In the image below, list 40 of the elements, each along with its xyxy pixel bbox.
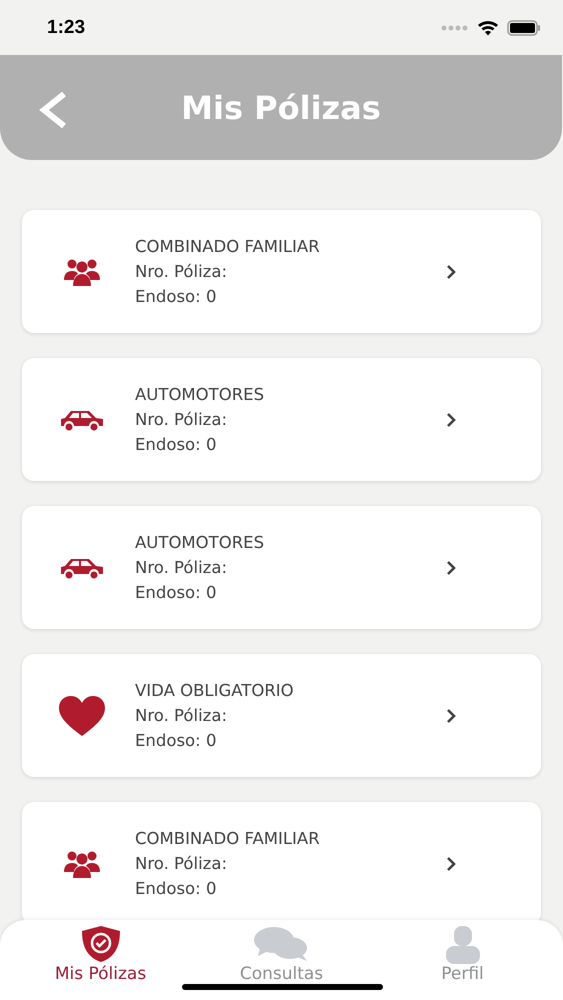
- policy-type: AUTOMOTORES: [135, 384, 266, 406]
- policy-number: Nro. Póliza:: [135, 261, 228, 283]
- policy-type: COMBINADO FAMILIAR: [135, 236, 321, 258]
- car-icon: [58, 408, 104, 430]
- policy-card[interactable]: COMBINADO FAMILIAR Nro. Póliza: Endoso: 0: [22, 210, 541, 333]
- policy-type: AUTOMOTORES: [135, 532, 266, 554]
- chevron-icon: [446, 708, 456, 722]
- endorsement: Endoso: 0: [135, 878, 218, 900]
- signal-icon: [441, 24, 469, 30]
- policy-number: Nro. Póliza:: [135, 705, 228, 727]
- battery-icon: [507, 20, 541, 36]
- policy-card[interactable]: AUTOMOTORES Nro. Póliza: Endoso: 0: [22, 358, 541, 481]
- chevron-icon: [446, 264, 456, 278]
- policy-card[interactable]: VIDA OBLIGATORIO Nro. Póliza: Endoso: 0: [22, 654, 541, 777]
- person-icon: [446, 926, 480, 964]
- screen-title: Mis Pólizas: [181, 88, 381, 126]
- clock: 1:23: [47, 16, 86, 38]
- shield-icon: [82, 926, 120, 962]
- policy-number: Nro. Póliza:: [135, 409, 228, 431]
- people-icon: [64, 850, 100, 878]
- policy-number: Nro. Póliza:: [135, 853, 228, 875]
- endorsement: Endoso: 0: [135, 730, 218, 752]
- policy-type: VIDA OBLIGATORIO: [135, 680, 295, 702]
- heart-icon: [58, 696, 104, 736]
- chevron-icon: [446, 856, 456, 870]
- car-icon: [58, 556, 104, 578]
- policy-number: Nro. Póliza:: [135, 557, 228, 579]
- endorsement: Endoso: 0: [135, 286, 218, 308]
- people-icon: [64, 258, 100, 286]
- chevron-icon: [446, 412, 456, 426]
- policy-type: COMBINADO FAMILIAR: [135, 828, 321, 850]
- wifi-icon: [477, 20, 499, 36]
- policy-card[interactable]: COMBINADO FAMILIAR Nro. Póliza: Endoso: 0: [22, 802, 541, 922]
- tab[interactable]: Mis Pólizas: [10, 920, 191, 1000]
- endorsement: Endoso: 0: [135, 582, 218, 604]
- policy-card[interactable]: AUTOMOTORES Nro. Póliza: Endoso: 0: [22, 506, 541, 629]
- chat-icon: [254, 926, 310, 962]
- endorsement: Endoso: 0: [135, 434, 218, 456]
- back-icon: [38, 91, 68, 129]
- chevron-icon: [446, 560, 456, 574]
